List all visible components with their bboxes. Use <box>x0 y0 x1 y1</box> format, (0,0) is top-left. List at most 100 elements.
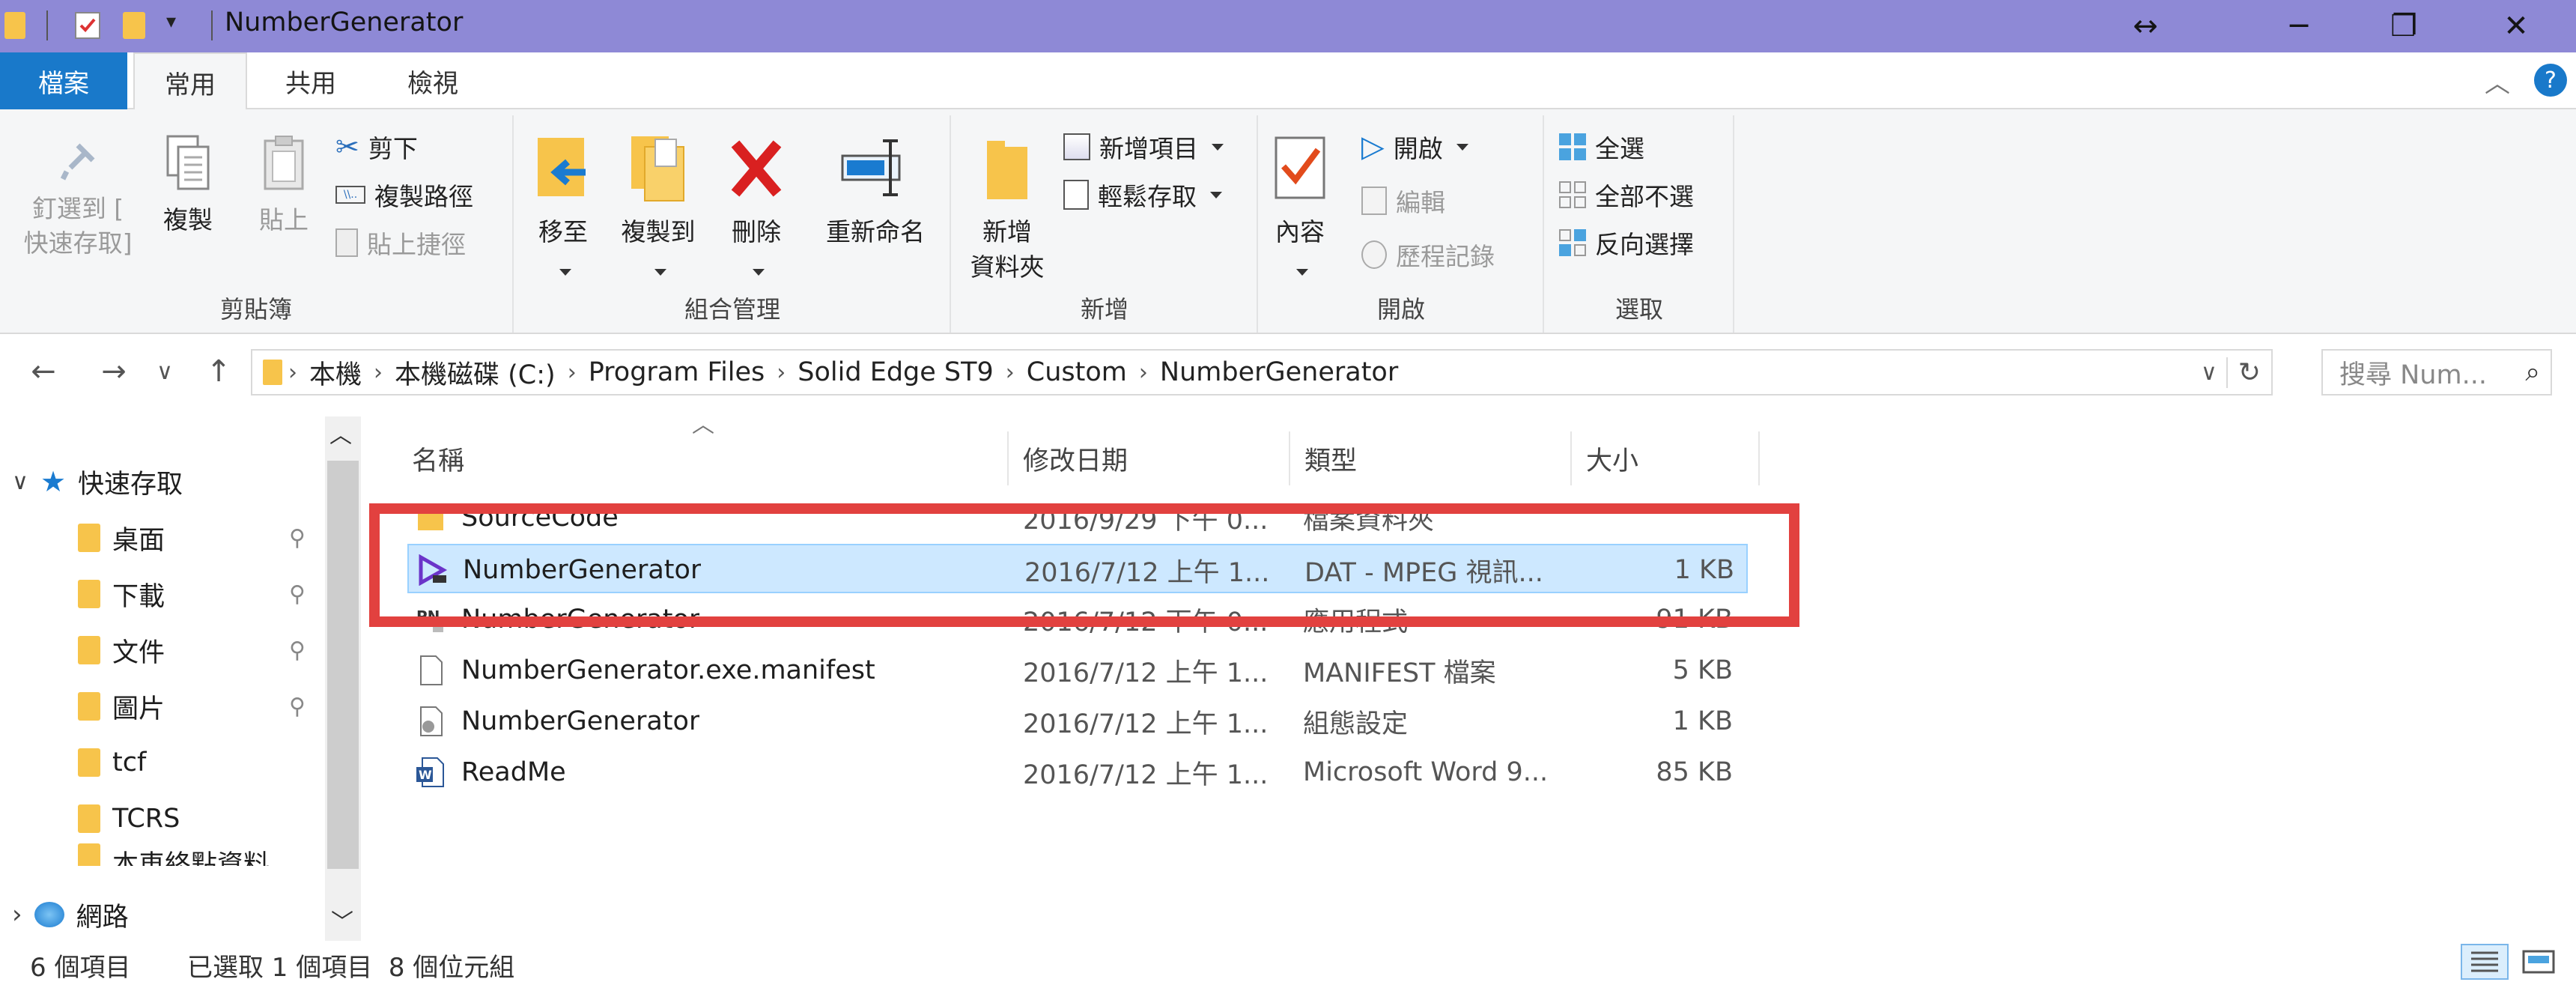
file-type: 組態設定 <box>1303 709 1409 739</box>
nav-scrollbar-thumb[interactable] <box>327 461 359 869</box>
move-to-icon <box>538 138 586 196</box>
customize-quick-access-icon[interactable]: ▾ <box>166 10 176 33</box>
help-icon[interactable]: ? <box>2534 64 2567 97</box>
nav-item-desktop[interactable]: 桌面 <box>78 512 165 564</box>
move-to-button[interactable]: 移至 <box>526 133 601 285</box>
address-bar[interactable]: › 本機 › 本機磁碟 (C:) › Program Files › Solid… <box>251 349 2273 395</box>
delete-button[interactable]: 刪除 <box>719 133 794 285</box>
scroll-up-icon[interactable]: ︿ <box>329 416 352 449</box>
paste-shortcut-button[interactable]: 貼上捷徑 <box>335 222 466 264</box>
large-icons-view-button[interactable] <box>2518 945 2560 978</box>
tab-share[interactable]: 共用 <box>258 52 363 109</box>
search-icon[interactable]: ⌕ <box>2525 357 2540 387</box>
minimize-button[interactable]: ─ <box>2247 0 2351 52</box>
svg-text:W: W <box>419 768 432 782</box>
easy-access-label: 輕鬆存取 <box>1098 182 1197 211</box>
select-none-button[interactable]: 全部不選 <box>1559 174 1694 216</box>
invert-selection-button[interactable]: 反向選擇 <box>1559 222 1694 264</box>
open-dropdown-icon <box>1456 143 1468 151</box>
breadcrumb-program-files[interactable]: Program Files <box>577 357 777 387</box>
breadcrumb-separator[interactable]: › <box>777 360 786 386</box>
edit-icon <box>1361 187 1387 215</box>
nav-quick-access[interactable]: ∨ ★ 快速存取 <box>12 455 183 508</box>
new-item-dropdown-icon <box>1212 143 1224 151</box>
breadcrumb-custom[interactable]: Custom <box>1015 357 1139 387</box>
invert-selection-icon <box>1559 229 1586 256</box>
back-button[interactable]: ← <box>21 349 66 394</box>
paste-button[interactable]: 貼上 <box>243 133 325 237</box>
nav-item-tcrs[interactable]: TCRS <box>78 792 180 845</box>
address-dropdown-icon[interactable]: ∨ <box>2192 360 2226 386</box>
paste-label: 貼上 <box>259 205 309 234</box>
properties-button[interactable]: 內容 <box>1263 133 1337 285</box>
copy-path-button[interactable]: \\.. 複製路徑 <box>335 174 473 216</box>
up-button[interactable]: ↑ <box>196 349 241 394</box>
details-view-button[interactable] <box>2461 944 2509 980</box>
new-folder-quick-icon[interactable] <box>123 12 145 39</box>
search-input[interactable]: 搜尋 Num... ⌕ <box>2321 349 2552 395</box>
nav-item-partial[interactable]: 本車終點資料 <box>78 843 270 866</box>
window-title: NumberGenerator <box>225 7 464 37</box>
scroll-down-icon[interactable]: ﹀ <box>331 903 353 936</box>
breadcrumb-solid-edge[interactable]: Solid Edge ST9 <box>786 357 1006 387</box>
new-folder-icon <box>987 141 1027 199</box>
new-item-button[interactable]: 新增項目 <box>1063 126 1224 168</box>
breadcrumb-separator[interactable]: › <box>1139 360 1148 386</box>
nav-item-pictures[interactable]: 圖片 <box>78 680 165 733</box>
tab-file[interactable]: 檔案 <box>0 52 127 109</box>
forward-button[interactable]: → <box>91 349 136 394</box>
rename-button[interactable]: 重新命名 <box>813 133 938 249</box>
easy-access-button[interactable]: 輕鬆存取 <box>1063 174 1222 216</box>
select-none-icon <box>1559 181 1586 208</box>
folder-icon <box>78 580 100 608</box>
move-to-label: 移至 <box>538 217 588 246</box>
pin-quick-access-button[interactable]: 釘選到 [ 快速存取] <box>10 138 145 261</box>
collapse-ribbon-icon[interactable]: ︿ <box>2485 63 2510 100</box>
rename-icon <box>841 139 901 196</box>
column-header-date[interactable]: 修改日期 <box>1009 431 1290 485</box>
open-button[interactable]: ▷ 開啟 <box>1361 126 1468 168</box>
breadcrumb-separator[interactable]: › <box>1006 360 1015 386</box>
close-button[interactable]: ✕ <box>2464 0 2569 52</box>
file-type: MANIFEST 檔案 <box>1303 658 1496 688</box>
recent-locations-button[interactable]: ∨ <box>150 349 180 394</box>
refresh-button[interactable]: ↻ <box>2226 357 2271 388</box>
star-icon: ★ <box>40 465 67 498</box>
breadcrumb-separator[interactable]: › <box>374 360 383 386</box>
nav-item-tcf[interactable]: tcf <box>78 736 146 789</box>
copy-to-button[interactable]: 複製到 <box>610 133 707 285</box>
restore-button[interactable]: ❐ <box>2351 0 2456 52</box>
nav-item-documents[interactable]: 文件 <box>78 624 165 676</box>
expand-icon[interactable]: ∨ <box>12 469 28 495</box>
new-folder-button[interactable]: 新增 資料夾 <box>959 133 1056 285</box>
properties-quick-icon[interactable] <box>75 12 100 39</box>
group-organize-label: 組合管理 <box>684 295 780 324</box>
breadcrumb-number-generator[interactable]: NumberGenerator <box>1148 357 1410 387</box>
collapse-icon[interactable]: › <box>12 900 22 930</box>
breadcrumb-local-disk[interactable]: 本機磁碟 (C:) <box>383 354 568 392</box>
cut-button[interactable]: ✂ 剪下 <box>335 126 418 168</box>
pin-icon[interactable]: ⚲ <box>289 694 306 720</box>
breadcrumb-this-pc[interactable]: 本機 <box>297 354 374 392</box>
edit-button[interactable]: 編輯 <box>1361 180 1445 222</box>
table-row[interactable]: W ReadMe 2016/7/12 上午 1... Microsoft Wor… <box>407 748 1748 797</box>
copy-button[interactable]: 複製 <box>147 133 229 237</box>
column-header-name[interactable]: 名稱 <box>398 431 1009 485</box>
nav-item-downloads[interactable]: 下載 <box>78 568 165 620</box>
group-new: 新增 資料夾 新增項目 輕鬆存取 新增 <box>953 115 1258 333</box>
pin-icon[interactable]: ⚲ <box>289 637 306 664</box>
tab-view[interactable]: 檢視 <box>380 52 485 109</box>
breadcrumb-separator[interactable]: › <box>568 360 577 386</box>
pin-icon[interactable]: ⚲ <box>289 581 306 607</box>
nav-network[interactable]: › 網路 <box>12 888 129 941</box>
history-button[interactable]: 歷程記錄 <box>1361 234 1495 276</box>
pin-icon[interactable]: ⚲ <box>289 525 306 551</box>
column-header-type[interactable]: 類型 <box>1291 431 1572 485</box>
table-row[interactable]: NumberGenerator.exe.manifest 2016/7/12 上… <box>407 646 1748 695</box>
tab-home[interactable]: 常用 <box>133 52 247 111</box>
select-all-button[interactable]: 全選 <box>1559 126 1644 168</box>
pin-quick-access-label: 釘選到 [ 快速存取] <box>23 194 133 258</box>
table-row[interactable]: NumberGenerator 2016/7/12 上午 1... 組態設定 1… <box>407 697 1748 746</box>
column-header-size[interactable]: 大小 <box>1573 431 1760 485</box>
select-none-label: 全部不選 <box>1595 182 1694 211</box>
